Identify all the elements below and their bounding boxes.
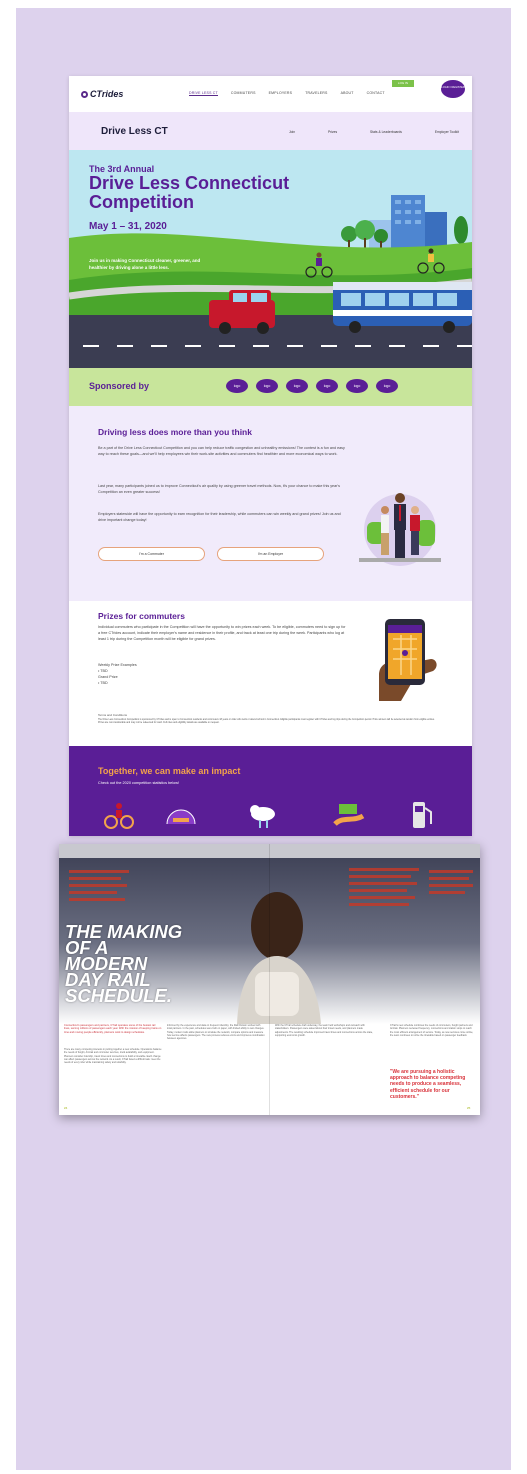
subnav-link-prizes[interactable]: Prizes (328, 130, 337, 134)
driving-paragraph: Be a part of the Drive Less Connecticut … (98, 446, 345, 456)
nav-link-commuters[interactable]: COMMUTERS (231, 91, 256, 96)
nav-link-drive-less-ct[interactable]: DRIVE LESS CT (189, 91, 218, 96)
prizes-heading: Prizes for commuters (98, 611, 185, 621)
sponsor-strip: Sponsored by logo logo logo logo logo lo… (69, 368, 472, 406)
ctrides-logo[interactable]: CTrides (81, 89, 123, 99)
portfolio-background: CTrides DRIVE LESS CT COMMUTERS EMPLOYER… (16, 8, 511, 1470)
people-illustration (359, 493, 441, 566)
sponsor-logo[interactable]: logo (286, 379, 308, 393)
prizes-intro: Individual commuters who participate in … (98, 625, 346, 641)
impact-subheading: Check out the 2020 competition statistic… (98, 781, 180, 785)
terms-text: The Drive Less Connecticut Competition i… (98, 719, 435, 725)
impact-section: Together, we can make an impact Check ou… (69, 746, 472, 836)
subnav-link-stats[interactable]: Stats & Leaderboards (370, 130, 402, 134)
impact-icons (104, 802, 432, 829)
register-bubble[interactable]: LOGIN / REGISTER (441, 80, 465, 98)
driving-less-section: Driving less does more than you think Be… (69, 406, 472, 601)
subnav-links: Join Prizes Stats & Leaderboards Employe… (289, 130, 459, 134)
hero-blurb: Join us in making Connecticut cleaner, g… (89, 258, 201, 270)
sponsor-logo[interactable]: logo (316, 379, 338, 393)
sponsor-logo[interactable]: logo (226, 379, 248, 393)
article-column: Informed by the experience and data on f… (167, 1024, 265, 1041)
sponsor-label: Sponsored by (89, 381, 150, 391)
bike-icon (104, 803, 134, 829)
login-button[interactable]: LOG IN (392, 80, 414, 87)
logo-icon (81, 91, 88, 98)
subnav-title: Drive Less CT (101, 126, 168, 137)
sponsor-logo[interactable]: logo (376, 379, 398, 393)
article-lead: Connecticut's passengers and partners, C… (64, 1024, 162, 1034)
impact-heading: Together, we can make an impact (98, 766, 241, 776)
gas-pump-icon (413, 802, 432, 828)
spread-gutter (269, 844, 270, 1115)
subnav-link-join[interactable]: Join (289, 130, 295, 134)
hero-headline: Drive Less Connecticut Competition (89, 173, 290, 212)
sponsor-logo[interactable]: logo (256, 379, 278, 393)
pull-quote: "We are pursuing a holistic approach to … (390, 1069, 466, 1100)
hero-banner: The 3rd Annual Drive Less Connecticut Co… (69, 150, 472, 368)
money-icon (333, 804, 365, 826)
cloud-icon (250, 805, 275, 828)
grand-prize-item: • TBD (98, 681, 108, 685)
website-mockup: CTrides DRIVE LESS CT COMMUTERS EMPLOYER… (69, 76, 472, 836)
logo-text: CTrides (90, 89, 124, 99)
subnav-link-toolkit[interactable]: Employer Toolkit (435, 130, 459, 134)
prizes-section: Prizes for commuters Individual commuter… (69, 601, 472, 746)
sponsor-logo[interactable]: logo (346, 379, 368, 393)
prizes-list: Weekly Prize Examples • TBD Grand Prize … (98, 662, 137, 686)
nav-link-employers[interactable]: EMPLOYERS (269, 91, 293, 96)
top-nav: CTrides DRIVE LESS CT COMMUTERS EMPLOYER… (69, 76, 472, 112)
commuter-button[interactable]: I'm a Commuter (98, 547, 205, 561)
article-title: THE MAKING OF A MODERN DAY RAIL SCHEDULE… (65, 921, 183, 1006)
sub-nav: Drive Less CT Join Prizes Stats & Leader… (69, 112, 472, 150)
terms-title: Terms and Conditions (98, 713, 128, 717)
sponsor-logos: logo logo logo logo logo logo (226, 379, 398, 393)
nav-link-travelers[interactable]: TRAVELERS (305, 91, 327, 96)
driving-paragraph: Employers statewide will have the opport… (98, 512, 341, 522)
nav-link-about[interactable]: ABOUT (341, 91, 354, 96)
hero-dates: May 1 – 31, 2020 (89, 221, 167, 232)
employer-button[interactable]: I'm an Employer (217, 547, 324, 561)
page-number-right: 25 (467, 1106, 471, 1110)
nav-link-contact[interactable]: CONTACT (367, 91, 385, 96)
article-column: CTrail's new schedule combines the needs… (390, 1024, 474, 1037)
driving-paragraph: Last year, many participants joined us t… (98, 484, 340, 494)
article-column: There are many competing interests in pu… (64, 1048, 162, 1065)
magazine-spread: THE MAKING OF A MODERN DAY RAIL SCHEDULE… (59, 844, 480, 1115)
driving-heading: Driving less does more than you think (98, 427, 252, 437)
main-nav: DRIVE LESS CT COMMUTERS EMPLOYERS TRAVEL… (189, 91, 385, 96)
gauge-icon (166, 809, 196, 825)
article-column: With the CTrail schedule draft underway,… (275, 1024, 373, 1037)
page-number-left: 24 (64, 1106, 68, 1110)
phone-illustration (379, 619, 437, 701)
